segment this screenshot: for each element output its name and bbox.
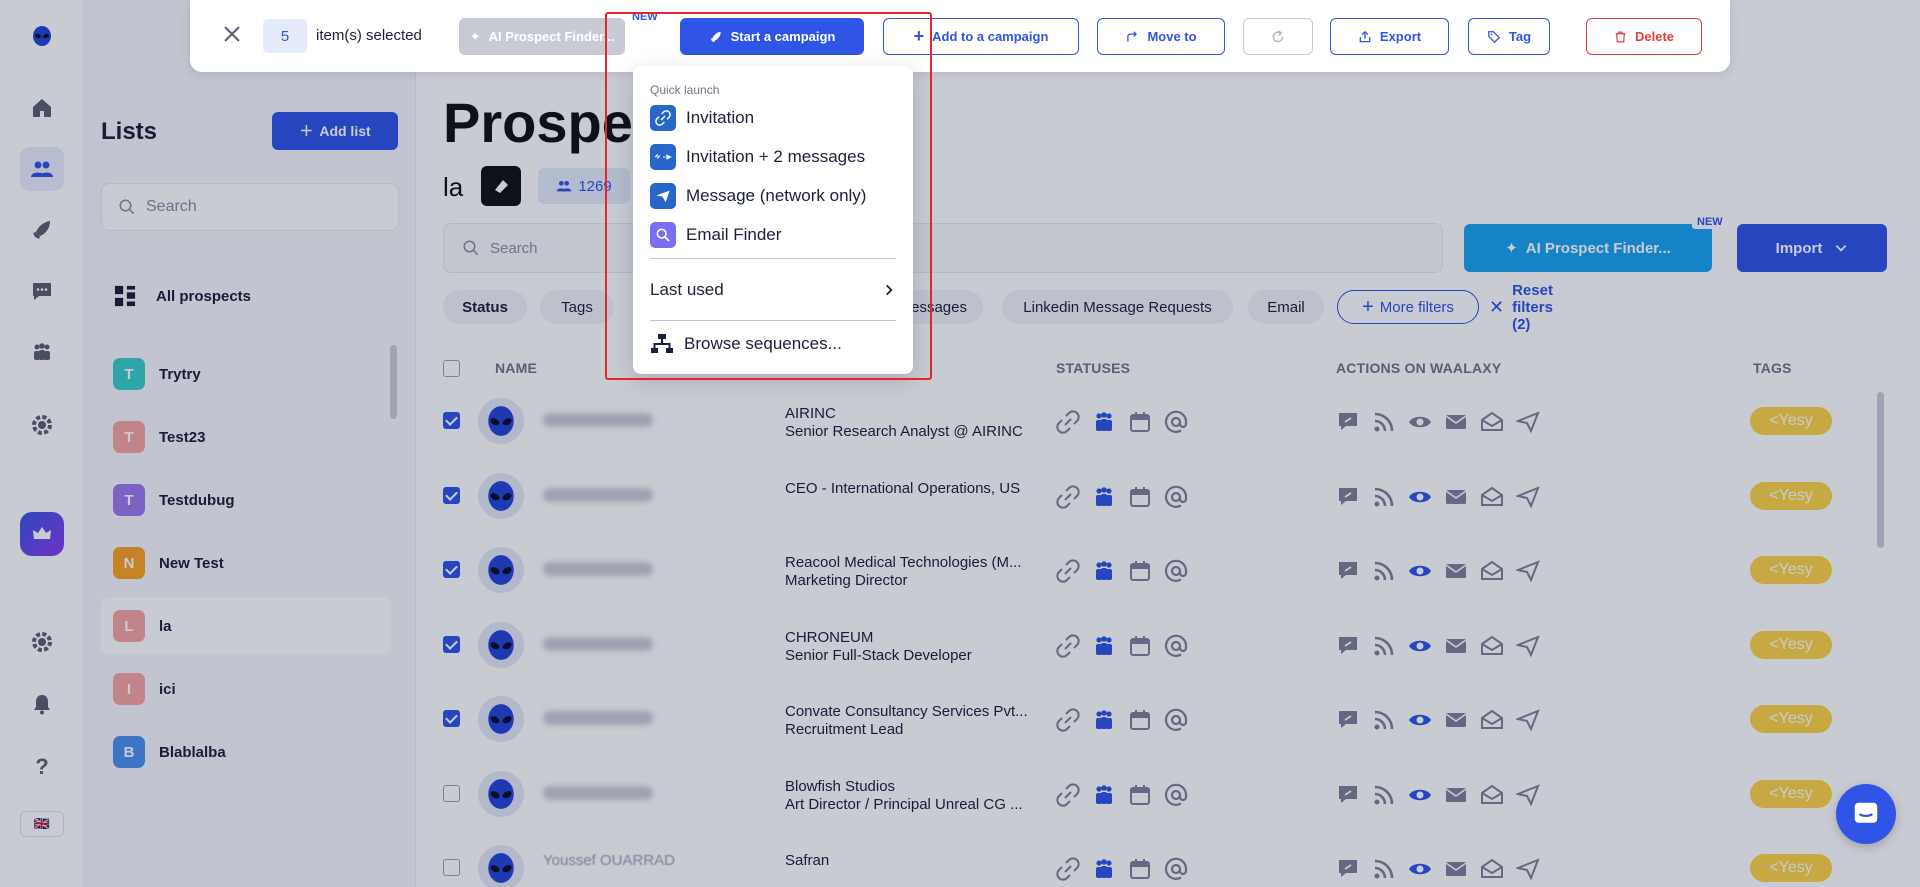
ai-prospect-finder-disabled-button[interactable]: ✦ AI Prospect Finder...: [459, 18, 625, 55]
refresh-icon: [1272, 29, 1284, 42]
move-to-button[interactable]: Move to: [1097, 18, 1225, 55]
highlight-box: [605, 12, 932, 380]
selected-text: item(s) selected: [316, 27, 422, 44]
ai-finder-label: AI Prospect Finder...: [488, 29, 615, 44]
export-icon: [1359, 30, 1371, 42]
close-selection-icon[interactable]: [220, 22, 244, 46]
support-chat-button[interactable]: [1836, 784, 1896, 844]
selected-count: 5: [263, 19, 307, 53]
export-button[interactable]: Export: [1330, 18, 1449, 55]
selection-toolbar: 5 item(s) selected ✦ AI Prospect Finder.…: [190, 0, 1730, 72]
tag-label: Tag: [1508, 29, 1532, 44]
tag-icon: [1488, 30, 1501, 43]
chat-icon: [1854, 802, 1878, 823]
add-to-campaign-label: Add to a campaign: [932, 29, 1049, 44]
modal-overlay: [0, 0, 1920, 887]
trash-icon: [1615, 31, 1626, 42]
delete-label: Delete: [1634, 29, 1675, 44]
tag-button[interactable]: Tag: [1468, 18, 1550, 55]
refresh-button[interactable]: [1243, 18, 1313, 55]
export-label: Export: [1379, 29, 1422, 44]
redirect-arrow-icon: [1127, 30, 1138, 42]
move-to-label: Move to: [1147, 29, 1197, 44]
sparkle-icon: ✦: [469, 28, 481, 44]
delete-button[interactable]: Delete: [1586, 18, 1702, 55]
